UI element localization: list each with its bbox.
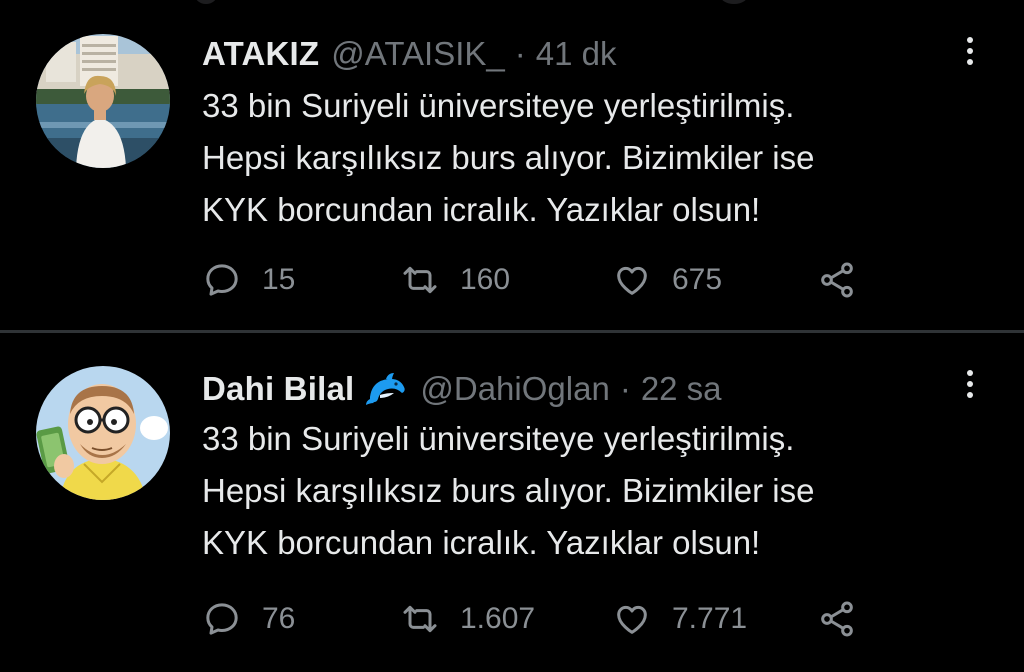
woman-by-pool-avatar-icon xyxy=(36,34,170,168)
tweet-card[interactable]: ATAKIZ @ATAISIK_ · 41 dk 33 bin Suriyeli… xyxy=(0,0,1024,330)
user-handle[interactable]: @DahiOglan xyxy=(420,370,609,408)
cartoon-man-avatar-icon xyxy=(36,366,170,500)
tweet-header: ATAKIZ @ATAISIK_ · 41 dk xyxy=(202,32,617,76)
tweet-card[interactable]: Dahi Bilal @DahiOglan · 22 sa 33 bin Sur… xyxy=(0,333,1024,672)
reply-icon xyxy=(206,264,238,296)
retweet-count: 160 xyxy=(460,263,511,296)
tweet-text-line: KYK borcundan icralık. Yazıklar olsun! xyxy=(202,524,761,561)
share-button[interactable] xyxy=(817,597,857,641)
user-handle[interactable]: @ATAISIK_ xyxy=(331,35,505,73)
display-name[interactable]: Dahi Bilal xyxy=(202,370,354,408)
heart-icon xyxy=(617,266,647,295)
heart-icon xyxy=(617,605,647,634)
dolphin-emoji-icon xyxy=(366,371,408,407)
tweet-header: Dahi Bilal @DahiOglan · 22 sa xyxy=(202,367,722,411)
timestamp[interactable]: 22 sa xyxy=(641,370,722,408)
reply-icon xyxy=(206,603,238,635)
share-icon xyxy=(821,601,853,637)
retweet-button[interactable]: 160 xyxy=(400,258,510,302)
reply-count: 15 xyxy=(262,263,296,296)
tweet-text-line: 33 bin Suriyeli üniversiteye yerleştiril… xyxy=(202,420,795,457)
timestamp[interactable]: 41 dk xyxy=(536,35,617,73)
tweet-text: 33 bin Suriyeli üniversiteye yerleştiril… xyxy=(202,80,962,236)
tweet-text-line: Hepsi karşılıksız burs alıyor. Bizimkile… xyxy=(202,139,815,176)
retweet-button[interactable]: 1.607 xyxy=(400,597,535,641)
share-button[interactable] xyxy=(817,258,857,302)
like-button[interactable]: 7.771 xyxy=(612,597,747,641)
separator: · xyxy=(514,35,526,72)
more-options-icon[interactable] xyxy=(960,367,980,401)
reply-count: 76 xyxy=(262,602,296,635)
tweet-actions: 76 1.607 7.771 xyxy=(202,597,902,641)
more-options-icon[interactable] xyxy=(960,34,980,68)
user-avatar[interactable] xyxy=(36,366,170,500)
separator: · xyxy=(619,370,631,407)
tweet-text-line: 33 bin Suriyeli üniversiteye yerleştiril… xyxy=(202,87,795,124)
tweet-text-line: Hepsi karşılıksız burs alıyor. Bizimkile… xyxy=(202,472,815,509)
tweet-text: 33 bin Suriyeli üniversiteye yerleştiril… xyxy=(202,413,962,569)
reply-button[interactable]: 15 xyxy=(202,258,295,302)
tweet-actions: 15 160 675 xyxy=(202,258,902,302)
reply-button[interactable]: 76 xyxy=(202,597,295,641)
retweet-icon xyxy=(403,605,437,633)
tweet-text-line: KYK borcundan icralık. Yazıklar olsun! xyxy=(202,191,761,228)
like-button[interactable]: 675 xyxy=(612,258,722,302)
user-avatar[interactable] xyxy=(36,34,170,168)
like-count: 7.771 xyxy=(672,602,748,635)
display-name[interactable]: ATAKIZ xyxy=(202,35,319,73)
like-count: 675 xyxy=(672,263,723,296)
retweet-count: 1.607 xyxy=(460,602,536,635)
retweet-icon xyxy=(403,266,437,294)
share-icon xyxy=(821,262,853,298)
